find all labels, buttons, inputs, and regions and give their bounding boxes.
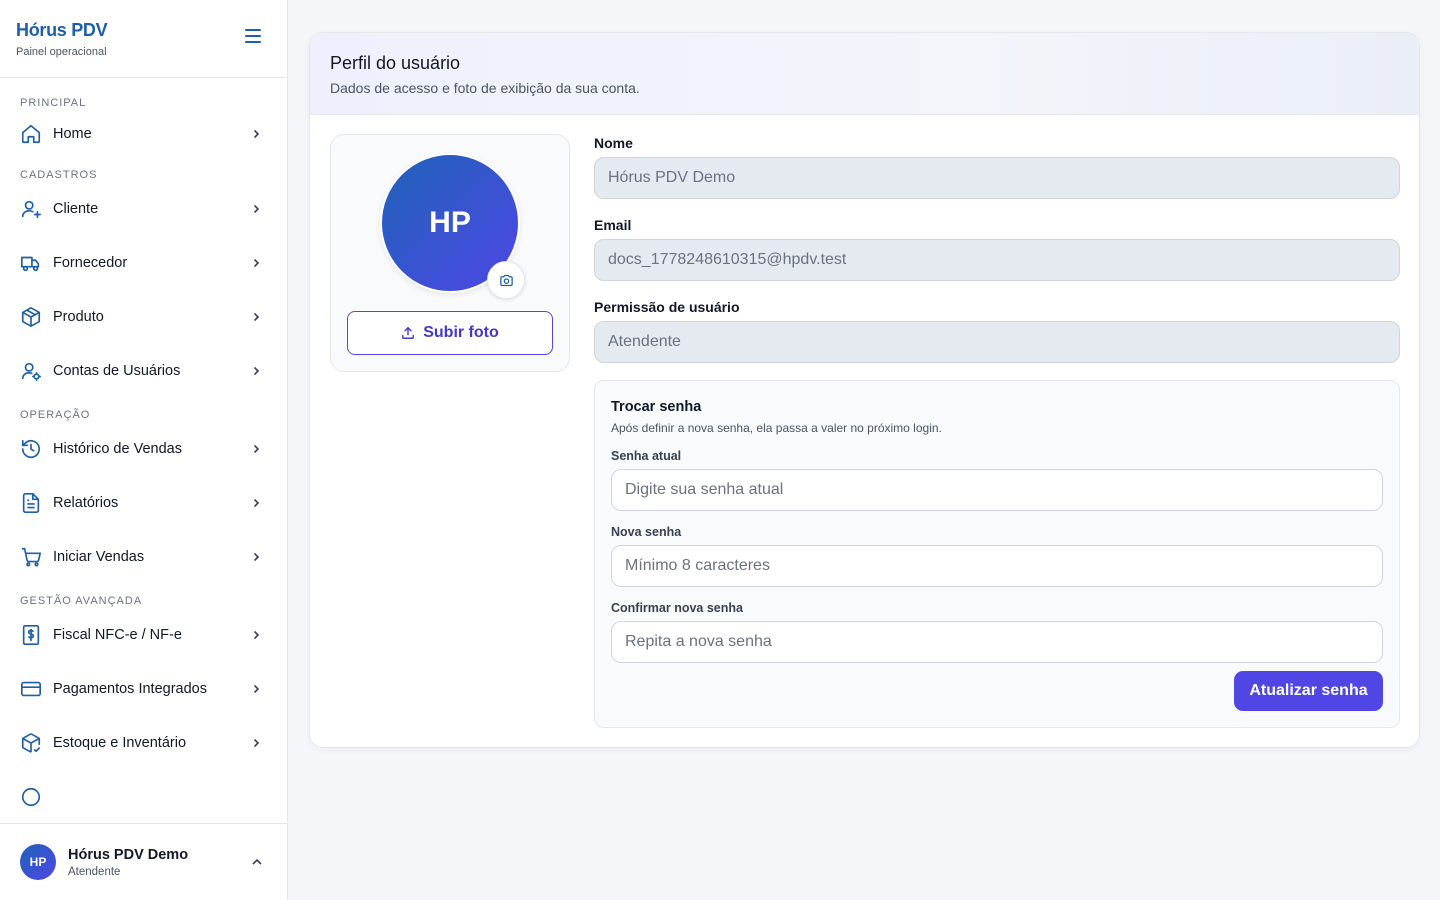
package-icon — [21, 307, 41, 327]
sidebar-item-label: Histórico de Vendas — [53, 441, 182, 457]
permission-field: Atendente — [594, 321, 1400, 363]
package-check-icon — [21, 733, 41, 753]
file-text-icon — [22, 493, 40, 513]
nav-section-operacao: OPERAÇÃO — [20, 409, 91, 421]
sidebar-item-contas-usuarios[interactable]: Contas de Usuários — [0, 344, 287, 398]
brand-title: Hórus PDV — [16, 20, 108, 40]
update-password-button[interactable]: Atualizar senha — [1234, 671, 1383, 711]
avatar: HP — [20, 844, 56, 880]
sidebar-item-label: Produto — [53, 309, 104, 325]
permission-label: Permissão de usuário — [594, 299, 740, 315]
change-password-subtitle: Após definir a nova senha, ela passa a v… — [611, 421, 942, 435]
page-subtitle: Dados de acesso e foto de exibição da su… — [330, 80, 640, 96]
history-icon — [21, 439, 41, 459]
sidebar-item-label: Iniciar Vendas — [53, 549, 145, 565]
sidebar-item-label: Fiscal NFC-e / NF-e — [53, 627, 182, 643]
home-icon — [21, 124, 41, 144]
profile-card-header: Perfil do usuário Dados de acesso e foto… — [310, 33, 1419, 115]
name-label: Nome — [594, 135, 633, 151]
upload-icon — [402, 326, 415, 339]
menu-toggle-icon[interactable] — [245, 29, 261, 43]
email-field: docs_1778248610315@hpdv.test — [594, 239, 1400, 281]
sidebar-item-label: Relatórios — [53, 495, 119, 511]
chevron-right-icon — [253, 129, 260, 139]
truncated-icon — [21, 787, 41, 807]
page-title: Perfil do usuário — [330, 53, 461, 73]
nav-section-gestao-avancada: GESTÃO AVANÇADA — [20, 595, 143, 607]
nav-section-principal: PRINCIPAL — [20, 97, 87, 109]
chevron-right-icon — [253, 444, 260, 454]
name-field: Hórus PDV Demo — [594, 157, 1400, 199]
camera-icon — [499, 274, 513, 286]
chevron-right-icon — [253, 498, 260, 508]
current-password-label: Senha atual — [611, 449, 682, 463]
profile-card: Perfil do usuário Dados de acesso e foto… — [309, 32, 1420, 748]
user-plus-icon — [21, 200, 41, 219]
sidebar-item-label: Pagamentos Integrados — [53, 681, 207, 697]
sidebar-item-partial[interactable] — [0, 770, 287, 823]
upload-photo-label: Subir foto — [423, 324, 499, 341]
sidebar-item-label: Cliente — [53, 201, 99, 217]
truck-icon — [21, 256, 40, 272]
chevron-right-icon — [253, 312, 260, 322]
sidebar: Hórus PDV Painel operacional PRINCIPAL H… — [0, 0, 288, 900]
chevron-right-icon — [253, 552, 260, 562]
new-password-label: Nova senha — [611, 525, 682, 539]
user-info: Hórus PDV Demo Atendente — [68, 847, 188, 878]
credit-card-icon — [21, 681, 41, 697]
chevron-right-icon — [253, 366, 260, 376]
brand-subtitle: Painel operacional — [16, 46, 107, 58]
sidebar-item-produto[interactable]: Produto — [0, 290, 287, 344]
account-form: Nome Hórus PDV Demo Email docs_177824861… — [594, 135, 1400, 381]
user-cog-icon — [21, 362, 41, 381]
confirm-password-input[interactable] — [611, 621, 1383, 663]
sidebar-nav: PRINCIPAL Home CADASTROS Cliente Fornece… — [0, 78, 287, 823]
user-role: Atendente — [68, 865, 121, 878]
sidebar-item-iniciar-vendas[interactable]: Iniciar Vendas — [0, 530, 287, 584]
sidebar-item-fiscal[interactable]: Fiscal NFC-e / NF-e — [0, 608, 287, 662]
chevron-right-icon — [253, 630, 260, 640]
chevron-right-icon — [253, 684, 260, 694]
nav-section-cadastros: CADASTROS — [20, 169, 98, 181]
sidebar-item-label: Estoque e Inventário — [53, 735, 187, 751]
change-photo-button[interactable] — [487, 261, 525, 299]
sidebar-item-pagamentos[interactable]: Pagamentos Integrados — [0, 662, 287, 716]
sidebar-item-relatorios[interactable]: Relatórios — [0, 476, 287, 530]
email-label: Email — [594, 217, 632, 233]
shopping-cart-icon — [21, 547, 41, 567]
photo-panel: HP Subir foto — [330, 134, 570, 372]
chevron-right-icon — [253, 258, 260, 268]
chevron-right-icon — [253, 204, 260, 214]
sidebar-item-historico-vendas[interactable]: Histórico de Vendas — [0, 422, 287, 476]
sidebar-item-cliente[interactable]: Cliente — [0, 182, 287, 236]
sidebar-item-estoque[interactable]: Estoque e Inventário — [0, 716, 287, 770]
brand-header: Hórus PDV Painel operacional — [0, 0, 287, 78]
upload-photo-button[interactable]: Subir foto — [347, 311, 553, 355]
sidebar-item-fornecedor[interactable]: Fornecedor — [0, 236, 287, 290]
sidebar-item-label: Home — [53, 126, 92, 142]
sidebar-item-label: Fornecedor — [53, 255, 128, 271]
current-password-input[interactable] — [611, 469, 1383, 511]
new-password-input[interactable] — [611, 545, 1383, 587]
chevron-up-icon — [252, 858, 262, 865]
user-name: Hórus PDV Demo — [68, 846, 189, 863]
sidebar-item-home[interactable]: Home — [0, 110, 287, 158]
user-profile-menu[interactable]: HP Hórus PDV Demo Atendente — [0, 823, 287, 900]
receipt-icon — [22, 625, 40, 645]
chevron-right-icon — [253, 738, 260, 748]
change-password-panel: Trocar senha Após definir a nova senha, … — [594, 380, 1400, 728]
confirm-password-label: Confirmar nova senha — [611, 601, 743, 615]
change-password-title: Trocar senha — [611, 399, 702, 415]
sidebar-item-label: Contas de Usuários — [53, 363, 181, 379]
